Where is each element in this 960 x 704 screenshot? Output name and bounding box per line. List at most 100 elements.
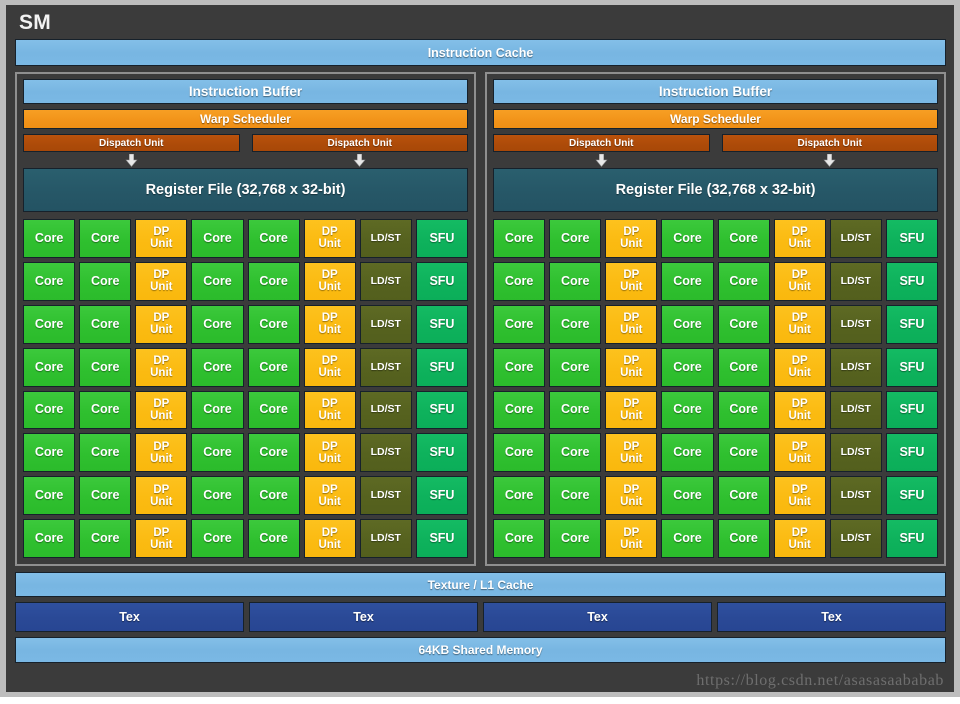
execution-unit-core: Core [717,476,770,516]
execution-unit-label: DP Unit [319,441,341,465]
execution-unit-label: DP Unit [620,398,642,422]
execution-unit-label-line: LD/ST [370,403,401,416]
execution-unit-label: SFU [899,230,925,245]
execution-unit-label: LD/ST [371,490,401,501]
execution-unit-label: Core [729,360,757,374]
execution-unit-sfu: SFU [415,390,468,430]
execution-unit-label-line: DP [623,269,640,282]
execution-unit-label-line: Core [90,230,120,245]
execution-unit-row: Core Core DP Unit Core Core DP Unit LD/ST SFU [493,304,938,344]
execution-unit-sfu: SFU [415,219,468,258]
execution-unit-label-line: Core [34,445,64,460]
execution-unit-core: Core [493,519,546,558]
execution-unit-row: Core Core DP Unit Core Core DP Unit LD/ST SFU [493,219,938,258]
tex-unit-3: Tex [483,602,712,632]
execution-unit-label-line: Core [34,230,64,245]
execution-unit-label-line: LD/ST [370,231,401,244]
execution-unit-label: DP Unit [620,484,642,508]
register-file-label: Register File (32,768 x 32-bit) [615,182,816,198]
execution-unit-label-line: Unit [788,238,811,251]
execution-unit-label-line: LD/ST [370,360,401,373]
execution-unit-dp: DP Unit [605,476,658,516]
execution-unit-row: Core Core DP Unit Core Core DP Unit LD/ST SFU [23,304,468,344]
execution-unit-label-line: Core [203,273,232,288]
dispatch-unit-1: Dispatch Unit [23,134,240,152]
execution-unit-core: Core [493,347,546,387]
register-file-block: Register File (32,768 x 32-bit) [493,168,938,212]
execution-unit-label-line: Core [90,359,120,374]
execution-unit-label-line: SFU [429,230,455,245]
execution-unit-dp: DP Unit [303,476,356,516]
execution-unit-label-line: Core [259,402,288,417]
execution-unit-dp: DP Unit [135,390,188,430]
warp-scheduler-block: Warp Scheduler [493,109,938,129]
execution-unit-label-line: Core [504,359,534,374]
execution-unit-core: Core [191,219,244,258]
execution-unit-grid: Core Core DP Unit Core Core DP Unit LD/ST SFU Core… [23,219,468,558]
execution-unit-dp: DP Unit [773,433,826,473]
execution-unit-core: Core [79,347,132,387]
execution-unit-label: DP Unit [150,312,172,336]
execution-unit-label-line: SFU [429,445,455,460]
execution-unit-core: Core [23,433,76,473]
execution-unit-core: Core [23,219,76,258]
execution-unit-ldst: LD/ST [829,476,882,516]
execution-unit-row: Core Core DP Unit Core Core DP Unit LD/ST SFU [23,390,468,430]
execution-unit-label: DP Unit [789,484,811,508]
execution-unit-label: Core [673,446,701,459]
execution-unit-ldst: LD/ST [829,390,882,430]
execution-unit-label-line: DP [153,440,170,453]
execution-unit-label: Core [673,531,701,545]
dispatch-arrow-row [23,153,468,168]
execution-unit-label-line: Core [259,531,288,545]
execution-unit-label-line: Core [504,273,534,288]
execution-unit-sfu: SFU [885,219,938,258]
execution-unit-label-line: Core [34,316,64,331]
execution-unit-label: DP Unit [319,312,341,336]
watermark-text: https://blog.csdn.net/asasasaababab [696,672,944,689]
execution-unit-label: LD/ST [370,274,401,287]
execution-unit-label: Core [561,360,589,374]
execution-unit-label: LD/ST [841,447,871,458]
execution-unit-label-line: DP [153,526,170,539]
execution-unit-label-line: Unit [788,409,811,422]
execution-unit-label: DP Unit [620,269,642,293]
execution-unit-label-line: LD/ST [370,274,401,287]
execution-unit-label: DP Unit [620,355,642,379]
dispatch-unit-row: Dispatch Unit Dispatch Unit [493,134,938,152]
execution-unit-ldst: LD/ST [829,347,882,387]
execution-unit-label: Core [505,488,533,502]
execution-unit-core: Core [191,390,244,430]
execution-unit-label-line: SFU [429,531,455,545]
execution-unit-row: Core Core DP Unit Core Core DP Unit LD/ST SFU [23,476,468,516]
execution-unit-label-line: Core [259,273,288,288]
execution-unit-label-line: SFU [899,230,925,245]
execution-unit-label: Core [203,273,232,288]
execution-unit-label: Core [35,446,63,459]
execution-unit-label: Core [561,317,589,331]
execution-unit-label-line: Core [729,445,758,460]
execution-unit-label: Core [673,359,702,374]
execution-unit-label: DP Unit [150,527,172,551]
execution-unit-label: Core [259,360,287,374]
tex-unit-4: Tex [717,602,946,632]
execution-unit-label-line: Core [504,531,534,545]
execution-unit-label-line: SFU [899,445,925,460]
execution-unit-label-line: Core [673,359,702,374]
execution-unit-label: Core [729,317,757,331]
execution-unit-label: DP Unit [620,226,642,250]
sm-title: SM [19,11,52,34]
execution-unit-label-line: SFU [429,316,455,331]
execution-unit-label-line: Core [729,402,758,417]
execution-unit-core: Core [79,476,132,516]
execution-unit-label: SFU [429,274,454,288]
execution-unit-sfu: SFU [885,261,938,301]
execution-unit-label: Core [561,446,589,459]
execution-unit-core: Core [191,519,244,558]
dispatch-unit-1: Dispatch Unit [493,134,710,152]
execution-unit-label: SFU [429,403,454,416]
execution-unit-dp: DP Unit [605,304,658,344]
execution-unit-sfu: SFU [885,304,938,344]
execution-unit-core: Core [661,347,714,387]
execution-unit-dp: DP Unit [605,433,658,473]
